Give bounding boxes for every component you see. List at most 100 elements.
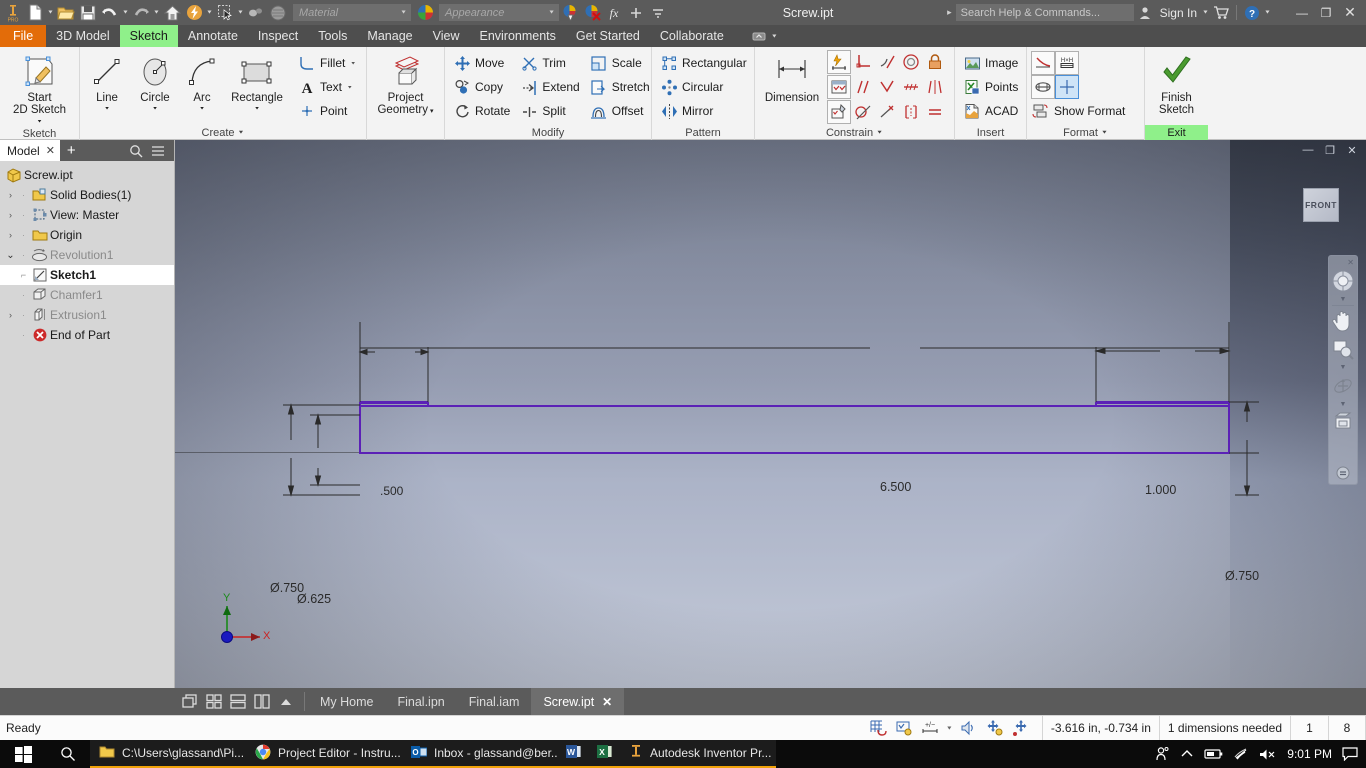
fix-constraint-icon[interactable]	[923, 50, 947, 74]
help-icon[interactable]: ?	[1241, 2, 1263, 24]
document-tab-screw-ipt[interactable]: Screw.ipt ✕	[531, 688, 625, 715]
new-file-icon[interactable]	[24, 2, 46, 24]
point-button[interactable]: Point	[294, 99, 359, 123]
document-restore-button[interactable]: ❐	[1320, 141, 1340, 159]
redo-dropdown-caret[interactable]	[152, 2, 161, 24]
more-windows-icon[interactable]	[275, 691, 297, 713]
tree-item-end-of-part[interactable]: · End of Part	[0, 325, 174, 345]
tree-item-extrusion1[interactable]: › · Extrusion1	[0, 305, 174, 325]
orbit-icon[interactable]	[1330, 372, 1356, 400]
stretch-button[interactable]: Stretch	[586, 75, 654, 99]
minimize-window-button[interactable]: —	[1290, 0, 1314, 25]
select-icon[interactable]	[214, 2, 236, 24]
line-dropdown-caret[interactable]: ▾	[105, 105, 109, 111]
tolerance-icon[interactable]: +/−	[919, 717, 941, 739]
close-window-button[interactable]: ✕	[1338, 0, 1362, 25]
battery-icon[interactable]	[1204, 748, 1223, 760]
material-selector[interactable]: Material ▼	[293, 4, 411, 21]
taskbar-item-excel[interactable]: X	[589, 740, 620, 768]
dimension-label-dia625[interactable]: Ø.625	[297, 592, 331, 606]
ribbon-tab-sketch[interactable]: Sketch	[119, 25, 178, 47]
tree-expander-icon[interactable]: ›	[5, 230, 16, 240]
update-icon[interactable]	[183, 2, 205, 24]
redo-icon[interactable]	[130, 2, 152, 24]
sign-in-caret-icon[interactable]	[1201, 2, 1210, 24]
return-icon[interactable]	[245, 2, 267, 24]
navwheel-caret-icon[interactable]: ▼	[1340, 295, 1347, 304]
vertical-constraint-icon[interactable]	[899, 100, 923, 124]
circle-dropdown-caret[interactable]: ▾	[153, 105, 157, 111]
tile-horizontal-icon[interactable]	[227, 691, 249, 713]
tree-item-sketch1[interactable]: ⌐ Sketch1	[0, 265, 174, 285]
tree-item-revolution1[interactable]: ⌄ · Revolution1	[0, 245, 174, 265]
dimension-label-1000[interactable]: 1.000	[1145, 483, 1176, 497]
scale-button[interactable]: Scale	[586, 51, 654, 75]
symmetric-constraint-icon[interactable]	[923, 75, 947, 99]
look-at-icon[interactable]	[1330, 409, 1356, 437]
mirror-button[interactable]: Mirror	[656, 99, 751, 123]
action-center-icon[interactable]	[1342, 747, 1358, 761]
people-icon[interactable]	[1154, 746, 1170, 762]
appearance-selector[interactable]: Appearance ▼	[439, 4, 559, 21]
browser-tab-close-icon[interactable]: ✕	[46, 144, 55, 157]
ribbon-tab-3d-model[interactable]: 3D Model	[46, 25, 120, 47]
taskbar-item-outlook[interactable]: O Inbox - glassand@ber...	[402, 740, 561, 768]
taskbar-item-word[interactable]: W	[558, 740, 589, 768]
coincident-constraint-icon[interactable]	[875, 75, 899, 99]
graphics-canvas[interactable]: .500 6.500 1.000 Ø.750 Ø.625 Ø.750 Y X F…	[175, 140, 1366, 688]
navbar-options-icon[interactable]	[1330, 465, 1356, 481]
taskbar-item-chrome[interactable]: Project Editor - Instru...	[246, 740, 402, 768]
equal-constraint-icon[interactable]	[923, 100, 947, 124]
dimension-label-dia750-right[interactable]: Ø.750	[1225, 569, 1259, 583]
tree-item-screw-ipt[interactable]: Screw.ipt	[0, 165, 174, 185]
pan-icon[interactable]	[1330, 307, 1356, 335]
ribbon-options-caret-icon[interactable]	[770, 25, 779, 47]
driven-dimension-icon[interactable]	[1031, 75, 1055, 99]
parallel-constraint-icon[interactable]	[851, 75, 875, 99]
arc-dropdown-caret[interactable]: ▾	[200, 105, 204, 111]
show-format-button[interactable]: Show Format	[1031, 99, 1129, 123]
restore-window-button[interactable]: ❐	[1314, 0, 1338, 25]
taskbar-item-explorer[interactable]: C:\Users\glassand\Pi...	[90, 740, 246, 768]
constraint-settings-icon[interactable]	[827, 100, 851, 124]
smooth-constraint-icon[interactable]	[851, 100, 875, 124]
ribbon-tab-collaborate[interactable]: Collaborate	[650, 25, 734, 47]
windows-start-icon[interactable]	[0, 740, 46, 768]
document-tab-final-ipn[interactable]: Final.ipn	[385, 688, 456, 715]
tolerance-caret-icon[interactable]	[945, 717, 954, 739]
material-color-wheel-icon[interactable]	[414, 2, 436, 24]
circle-button[interactable]: Circle ▾	[130, 50, 180, 112]
taskbar-item-inventor[interactable]: Autodesk Inventor Pr...	[620, 740, 776, 768]
tree-expander-icon[interactable]: ›	[5, 310, 16, 320]
hamburger-menu-icon[interactable]	[147, 140, 169, 161]
parameters-fx-icon[interactable]: fx	[603, 2, 625, 24]
select-dropdown-caret[interactable]	[236, 2, 245, 24]
wifi-icon[interactable]	[1233, 747, 1249, 761]
document-minimize-button[interactable]: —	[1298, 141, 1318, 159]
orbit-caret-icon[interactable]: ▼	[1340, 400, 1347, 409]
tab-close-icon[interactable]: ✕	[602, 695, 612, 709]
rectangular-pattern-button[interactable]: Rectangular	[656, 51, 751, 75]
document-tab-my-home[interactable]: My Home	[308, 688, 385, 715]
rectangle-dropdown-caret[interactable]: ▾	[255, 105, 259, 111]
center-point-icon[interactable]	[1055, 75, 1079, 99]
copy-button[interactable]: Copy	[449, 75, 514, 99]
adjust-appearance-icon[interactable]	[559, 2, 581, 24]
construction-line-icon[interactable]	[1031, 51, 1055, 75]
zoom-caret-icon[interactable]: ▼	[1340, 363, 1347, 372]
ribbon-tab-get-started[interactable]: Get Started	[566, 25, 650, 47]
browser-add-tab-button[interactable]: +	[60, 142, 83, 159]
zoom-window-icon[interactable]	[1330, 335, 1356, 363]
show-hidden-icons-icon[interactable]	[1180, 749, 1194, 759]
document-close-button[interactable]: ✕	[1342, 141, 1362, 159]
ribbon-tab-annotate[interactable]: Annotate	[178, 25, 248, 47]
fillet-button[interactable]: Fillet ▾	[294, 51, 359, 75]
extend-button[interactable]: Extend	[516, 75, 583, 99]
tangent-constraint-icon[interactable]	[875, 50, 899, 74]
dimension-label-6500[interactable]: 6.500	[880, 480, 911, 494]
image-button[interactable]: Image	[959, 51, 1022, 75]
auto-dimension-icon[interactable]	[827, 50, 851, 74]
tile-windows-icon[interactable]	[203, 691, 225, 713]
add-to-qat-icon[interactable]	[625, 2, 647, 24]
collinear-constraint-icon[interactable]	[899, 75, 923, 99]
